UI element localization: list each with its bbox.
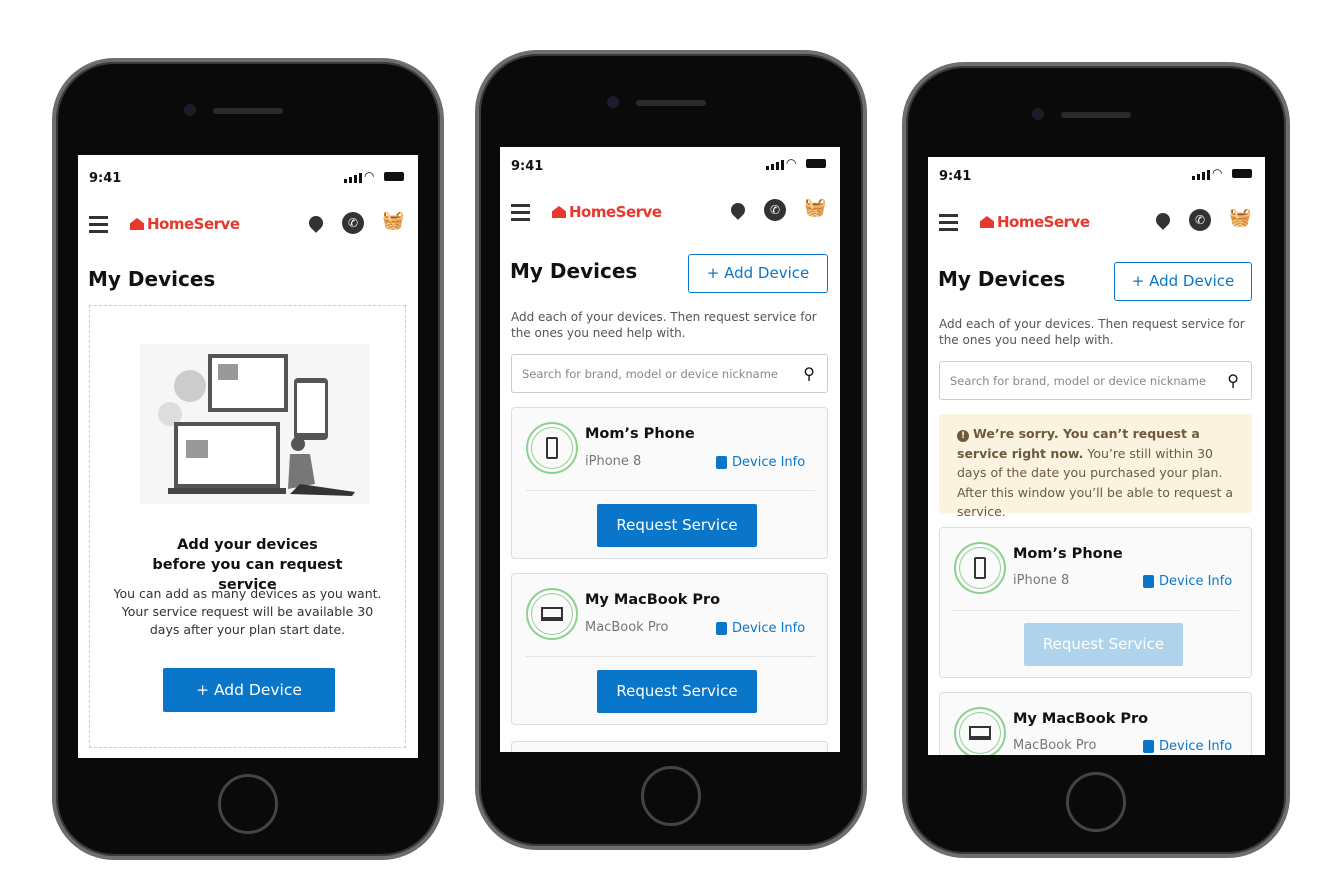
device-info-link[interactable]: Device Info (716, 455, 805, 470)
device-card (511, 741, 828, 752)
signal-icon (1192, 170, 1210, 180)
device-info-label: Device Info (732, 621, 806, 636)
status-time: 9:41 (89, 171, 122, 186)
search-icon[interactable]: ⚲ (1227, 371, 1239, 390)
page-title: My Devices (510, 259, 638, 283)
smartphone-icon (954, 542, 1006, 594)
device-card: My MacBook Pro MacBook Pro Device Info (939, 692, 1252, 755)
empty-state-panel: Add your devices before you can request … (89, 305, 406, 748)
device-model: MacBook Pro (1013, 738, 1097, 753)
add-device-button[interactable]: + Add Device (688, 254, 828, 293)
brand-name: HomeServe (569, 203, 662, 221)
device-info-link[interactable]: Device Info (716, 621, 805, 636)
status-time: 9:41 (939, 169, 972, 184)
phone-icon[interactable]: ✆ (764, 199, 786, 221)
device-card: My MacBook Pro MacBook Pro Device Info R… (511, 573, 828, 725)
phone-icon[interactable]: ✆ (1189, 209, 1211, 231)
page-description: Add each of your devices. Then request s… (511, 310, 817, 340)
divider (952, 610, 1239, 611)
screen-service-unavailable: 9:41 ◠ HomeServe ✆ 🧺 My Devices + Add De… (928, 157, 1265, 755)
device-info-icon (716, 622, 727, 635)
device-name: Mom’s Phone (1013, 546, 1123, 562)
speaker (636, 100, 706, 106)
search-icon[interactable]: ⚲ (803, 364, 815, 383)
homeserve-logo[interactable]: HomeServe (130, 215, 240, 233)
device-info-label: Device Info (1159, 739, 1233, 754)
location-icon[interactable] (306, 213, 326, 233)
location-icon[interactable] (728, 200, 748, 220)
device-info-label: Device Info (1159, 574, 1233, 589)
device-info-link[interactable]: Device Info (1143, 574, 1232, 589)
battery-icon (806, 159, 826, 168)
basket-icon[interactable]: 🧺 (382, 210, 404, 231)
basket-icon[interactable]: 🧺 (804, 197, 826, 218)
service-unavailable-notice: ! We’re sorry. You can’t request a servic… (939, 414, 1252, 519)
basket-icon[interactable]: 🧺 (1229, 207, 1251, 228)
home-button[interactable] (641, 766, 701, 826)
menu-icon[interactable] (939, 214, 958, 235)
devices-illustration (140, 344, 370, 504)
laptop-icon (526, 588, 578, 640)
device-info-icon (1143, 575, 1154, 588)
search-input[interactable]: Search for brand, model or device nickna… (511, 354, 828, 393)
device-info-label: Device Info (732, 455, 806, 470)
device-model: MacBook Pro (585, 620, 669, 635)
speaker (213, 108, 283, 114)
search-input[interactable]: Search for brand, model or device nickna… (939, 361, 1252, 400)
search-placeholder: Search for brand, model or device nickna… (950, 373, 1206, 388)
request-service-button[interactable]: Request Service (597, 670, 757, 713)
divider (526, 490, 815, 491)
device-name: My MacBook Pro (585, 592, 721, 608)
battery-icon (384, 172, 404, 181)
device-model: iPhone 8 (1013, 573, 1070, 588)
battery-icon (1232, 169, 1252, 178)
signal-icon (344, 173, 362, 183)
device-name: Mom’s Phone (585, 426, 695, 442)
speaker (1061, 112, 1131, 118)
wifi-icon: ◠ (786, 156, 797, 170)
device-card: Mom’s Phone iPhone 8 Device Info Request… (511, 407, 828, 559)
request-service-button[interactable]: Request Service (597, 504, 757, 547)
page-title: My Devices (88, 267, 216, 291)
device-info-link[interactable]: Device Info (1143, 739, 1232, 754)
laptop-icon (954, 707, 1006, 755)
phone-icon[interactable]: ✆ (342, 212, 364, 234)
info-icon: ! (957, 430, 969, 442)
home-button[interactable] (1066, 772, 1126, 832)
page-title: My Devices (938, 267, 1066, 291)
divider (526, 656, 815, 657)
camera (1032, 108, 1044, 120)
signal-icon (766, 160, 784, 170)
device-model: iPhone 8 (585, 454, 642, 469)
homeserve-logo[interactable]: HomeServe (552, 203, 662, 221)
menu-icon[interactable] (511, 204, 530, 225)
screen-empty-state: 9:41 ◠ HomeServe ✆ 🧺 My Devices Add your… (78, 155, 418, 758)
menu-icon[interactable] (89, 216, 108, 237)
request-service-button-disabled: Request Service (1024, 623, 1183, 666)
empty-state-body: You can add as many devices as you want.… (113, 586, 382, 637)
add-device-button[interactable]: + Add Device (163, 668, 335, 712)
add-device-button[interactable]: + Add Device (1114, 262, 1252, 301)
page-description: Add each of your devices. Then request s… (939, 317, 1245, 347)
status-time: 9:41 (511, 159, 544, 174)
screen-device-list: 9:41 ◠ HomeServe ✆ 🧺 My Devices + Add De… (500, 147, 840, 752)
smartphone-icon (526, 422, 578, 474)
camera (607, 96, 619, 108)
brand-name: HomeServe (147, 215, 240, 233)
location-icon[interactable] (1153, 210, 1173, 230)
brand-name: HomeServe (997, 213, 1090, 231)
device-info-icon (716, 456, 727, 469)
wifi-icon: ◠ (1212, 166, 1223, 180)
device-card: Mom’s Phone iPhone 8 Device Info Request… (939, 527, 1252, 678)
home-button[interactable] (218, 774, 278, 834)
device-name: My MacBook Pro (1013, 711, 1149, 727)
search-placeholder: Search for brand, model or device nickna… (522, 366, 778, 381)
device-info-icon (1143, 740, 1154, 753)
wifi-icon: ◠ (364, 169, 375, 183)
homeserve-logo[interactable]: HomeServe (980, 213, 1090, 231)
camera (184, 104, 196, 116)
